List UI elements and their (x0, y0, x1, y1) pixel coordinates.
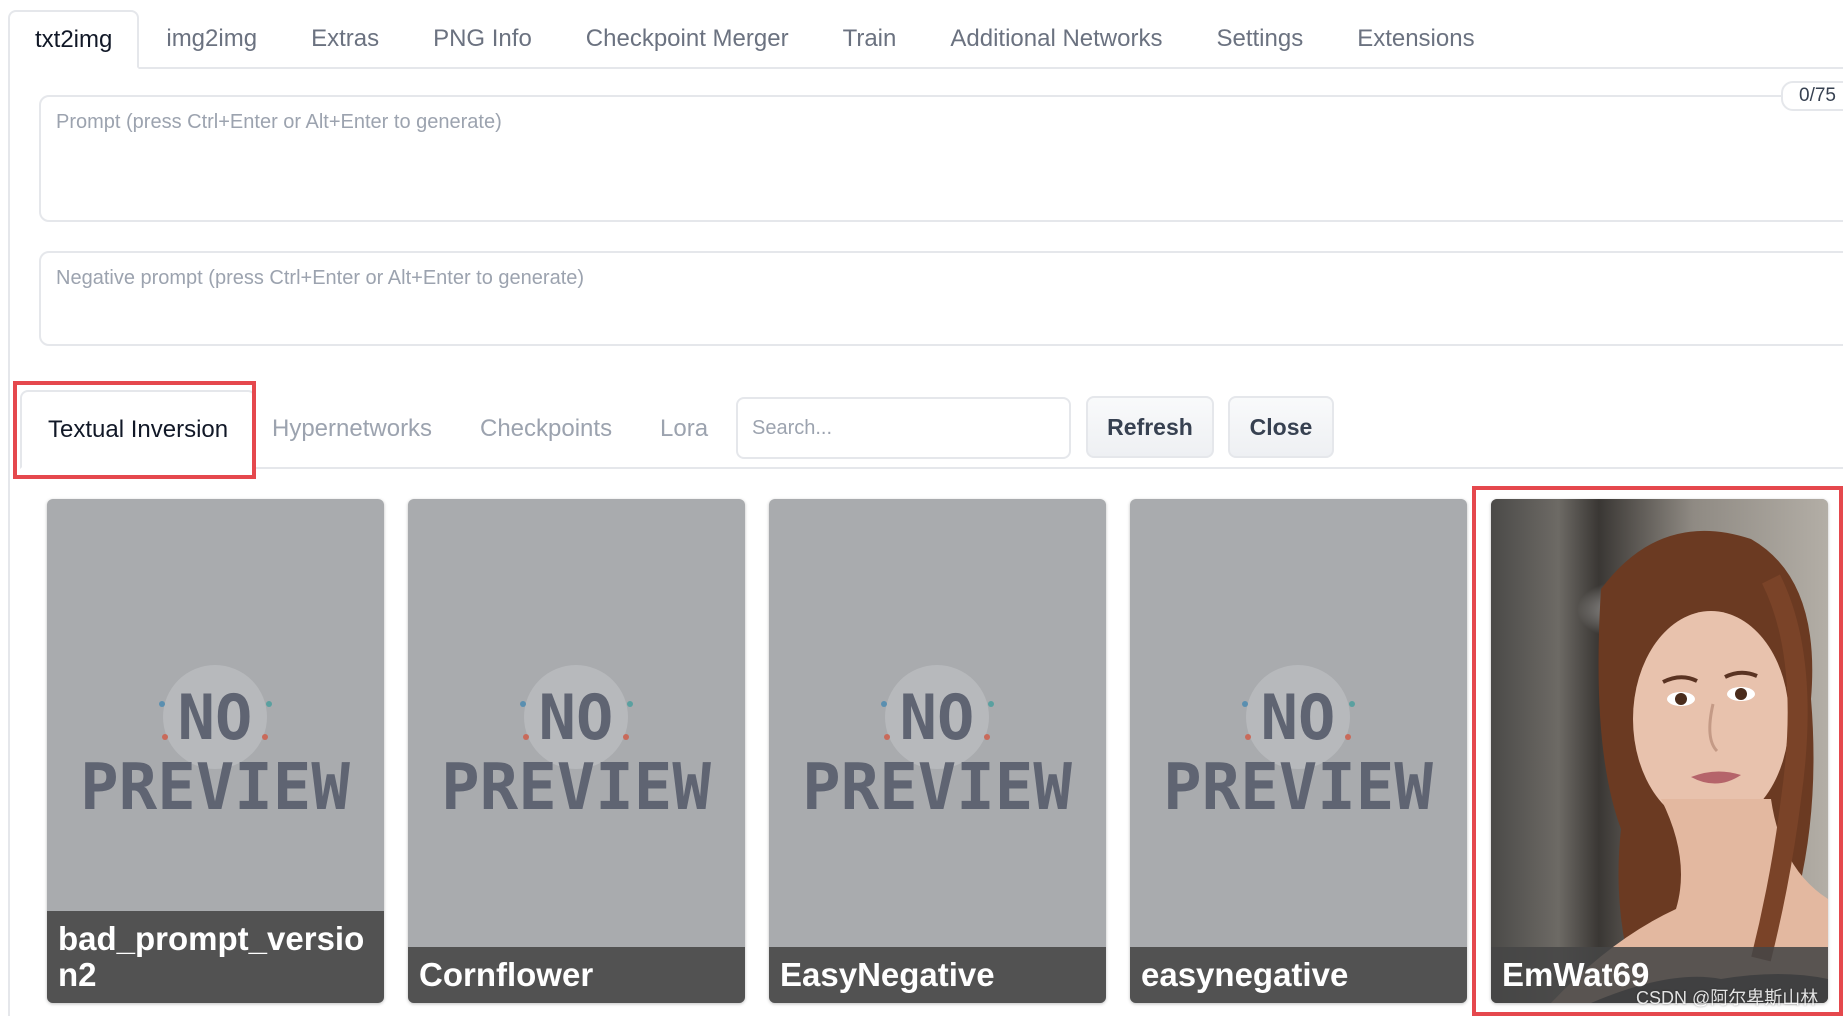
network-card[interactable]: EmWat69 (1491, 499, 1828, 1003)
card-name-bar: EasyNegative (769, 947, 1106, 1003)
svg-text:NO: NO (1261, 681, 1336, 754)
card-name: bad_prompt_version2 (58, 920, 365, 993)
network-card[interactable]: NO PREVIEW Cornflower (408, 499, 745, 1003)
tab-checkpoint-merger[interactable]: Checkpoint Merger (559, 11, 816, 67)
tab-png-info[interactable]: PNG Info (406, 11, 559, 67)
svg-text:PREVIEW: PREVIEW (802, 751, 1072, 825)
tab-txt2img[interactable]: txt2img (8, 10, 140, 69)
tab-extras[interactable]: Extras (284, 11, 406, 67)
tab-extensions[interactable]: Extensions (1330, 11, 1501, 67)
tab-checkpoints[interactable]: Checkpoints (480, 390, 612, 467)
svg-text:PREVIEW: PREVIEW (1163, 751, 1433, 825)
network-card[interactable]: NO PREVIEW EasyNegative (769, 499, 1106, 1003)
tab-lora[interactable]: Lora (660, 390, 708, 467)
svg-text:NO: NO (539, 681, 614, 754)
card-name: EasyNegative (780, 956, 995, 993)
svg-text:PREVIEW: PREVIEW (441, 751, 711, 825)
panel-border (8, 67, 10, 1016)
card-name: easynegative (1141, 956, 1349, 993)
prompt-input[interactable] (41, 97, 1843, 220)
negative-prompt-input[interactable] (41, 253, 1843, 344)
card-name-bar: easynegative (1130, 947, 1467, 1003)
watermark: CSDN @阿尔卑斯山林 (1636, 988, 1819, 1008)
no-preview-image: NO PREVIEW (408, 499, 745, 1003)
portrait-preview-image (1491, 499, 1828, 1003)
svg-text:NO: NO (900, 681, 975, 754)
card-name-bar: bad_prompt_version2 (47, 911, 384, 1003)
card-name-bar: Cornflower (408, 947, 745, 1003)
tab-train[interactable]: Train (816, 11, 924, 67)
network-card[interactable]: NO PREVIEW bad_prompt_version2 (47, 499, 384, 1003)
negative-prompt-container (39, 251, 1843, 346)
no-preview-image: NO PREVIEW (769, 499, 1106, 1003)
tab-settings[interactable]: Settings (1189, 11, 1330, 67)
search-input[interactable] (736, 397, 1071, 459)
prompt-container (39, 95, 1843, 222)
tab-additional-networks[interactable]: Additional Networks (923, 11, 1189, 67)
network-card[interactable]: NO PREVIEW easynegative (1130, 499, 1467, 1003)
svg-text:PREVIEW: PREVIEW (80, 751, 350, 825)
svg-text:NO: NO (178, 681, 253, 754)
token-counter: 0/75 (1781, 81, 1843, 111)
no-preview-image: NO PREVIEW (1130, 499, 1467, 1003)
tab-hypernetworks[interactable]: Hypernetworks (272, 390, 432, 467)
tab-textual-inversion[interactable]: Textual Inversion (20, 390, 257, 469)
top-tab-bar: txt2img img2img Extras PNG Info Checkpoi… (8, 10, 1843, 69)
tab-img2img[interactable]: img2img (139, 11, 284, 67)
refresh-button[interactable]: Refresh (1086, 396, 1214, 458)
card-name: Cornflower (419, 956, 594, 993)
close-button[interactable]: Close (1228, 396, 1334, 458)
